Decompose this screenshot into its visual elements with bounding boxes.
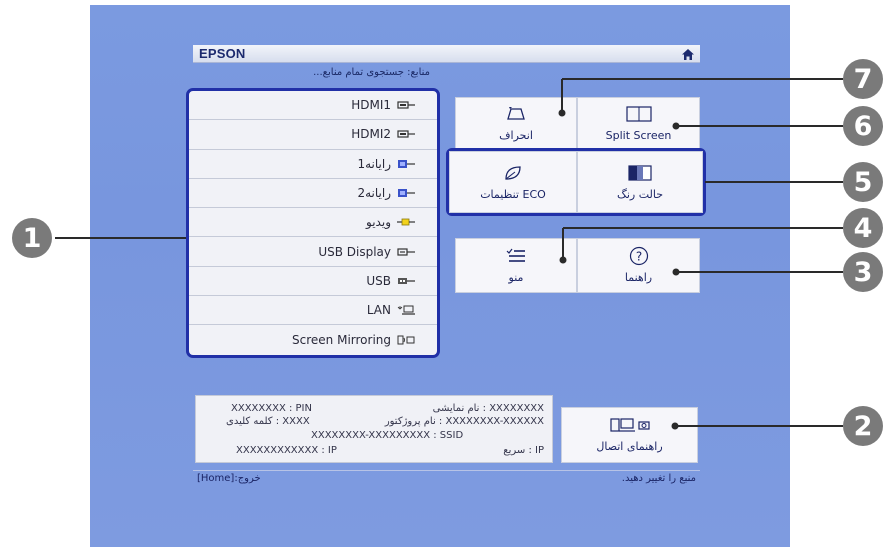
callout-3: 3	[843, 252, 883, 292]
callout-leader-lines	[55, 78, 843, 430]
callout-6: 6	[843, 106, 883, 146]
callout-4: 4	[843, 208, 883, 248]
callout-5: 5	[843, 162, 883, 202]
callout-7: 7	[843, 59, 883, 99]
callout-1: 1	[12, 218, 52, 258]
callout-2: 2	[843, 406, 883, 446]
